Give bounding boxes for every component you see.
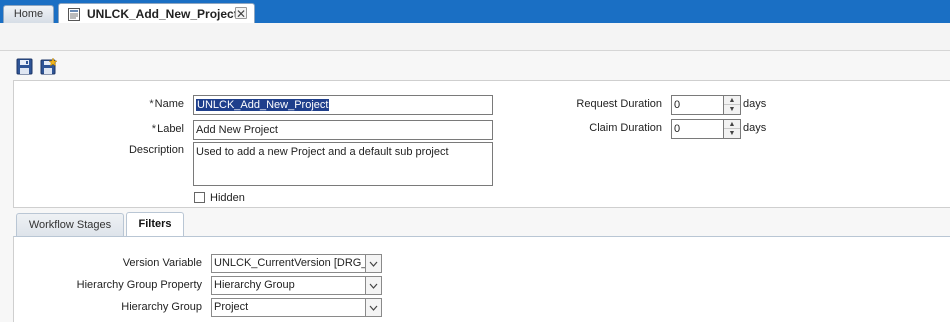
hidden-label: Hidden (210, 192, 245, 204)
hidden-checkbox[interactable] (194, 192, 205, 203)
hierarchy-group-property-select[interactable]: Hierarchy Group (211, 276, 367, 295)
claim-duration-unit: days (743, 122, 767, 134)
header-strip (0, 23, 950, 50)
tab-filters[interactable]: Filters (126, 212, 184, 237)
hierarchy-group-dropdown[interactable] (365, 298, 382, 317)
claim-duration-label: Claim Duration (589, 122, 662, 134)
spin-up-icon[interactable]: ▲ (724, 96, 740, 105)
chevron-down-icon (369, 305, 378, 311)
tab-home[interactable]: Home (3, 5, 54, 23)
workbench-tab-bar: Home UNLCK_Add_New_Project ✕ (0, 0, 950, 23)
label-label: *Label (151, 123, 184, 135)
request-duration-spinner: ▲ ▼ (723, 95, 741, 115)
request-duration-label: Request Duration (576, 98, 662, 110)
spin-down-icon[interactable]: ▼ (724, 105, 740, 114)
version-variable-select[interactable]: UNLCK_CurrentVersion [DRG_W (211, 254, 367, 273)
chevron-down-icon (369, 283, 378, 289)
request-duration-input[interactable]: 0 (671, 95, 724, 115)
name-input-value: UNLCK_Add_New_Project (196, 99, 330, 111)
spin-down-icon[interactable]: ▼ (724, 129, 740, 138)
hierarchy-group-label: Hierarchy Group (121, 301, 202, 313)
required-mark: * (151, 123, 157, 135)
claim-duration-spinner: ▲ ▼ (723, 119, 741, 139)
tab-workflow-stages[interactable]: Workflow Stages (16, 213, 124, 237)
chevron-down-icon (369, 261, 378, 267)
spin-up-icon[interactable]: ▲ (724, 120, 740, 129)
required-mark: * (149, 98, 154, 110)
request-duration-unit: days (743, 98, 767, 110)
description-label: Description (128, 144, 184, 156)
hierarchy-group-property-label: Hierarchy Group Property (76, 279, 202, 291)
claim-duration-input[interactable]: 0 (671, 119, 724, 139)
name-label: *Name (149, 98, 184, 110)
toolbar (0, 50, 950, 80)
version-variable-label: Version Variable (122, 257, 202, 269)
label-input[interactable]: Add New Project (193, 120, 493, 140)
close-tab-icon[interactable]: ✕ (235, 7, 247, 20)
save-icon[interactable] (16, 58, 33, 75)
tab-unlck-add-new-project[interactable]: UNLCK_Add_New_Project ✕ (58, 3, 255, 23)
save-new-icon[interactable] (40, 58, 57, 75)
document-icon (68, 8, 80, 21)
name-input[interactable]: UNLCK_Add_New_Project (193, 95, 493, 115)
hierarchy-group-property-dropdown[interactable] (365, 276, 382, 295)
description-textarea[interactable]: Used to add a new Project and a default … (193, 142, 493, 186)
version-variable-dropdown[interactable] (365, 254, 382, 273)
tab-title: UNLCK_Add_New_Project (87, 7, 238, 21)
hierarchy-group-select[interactable]: Project (211, 298, 367, 317)
